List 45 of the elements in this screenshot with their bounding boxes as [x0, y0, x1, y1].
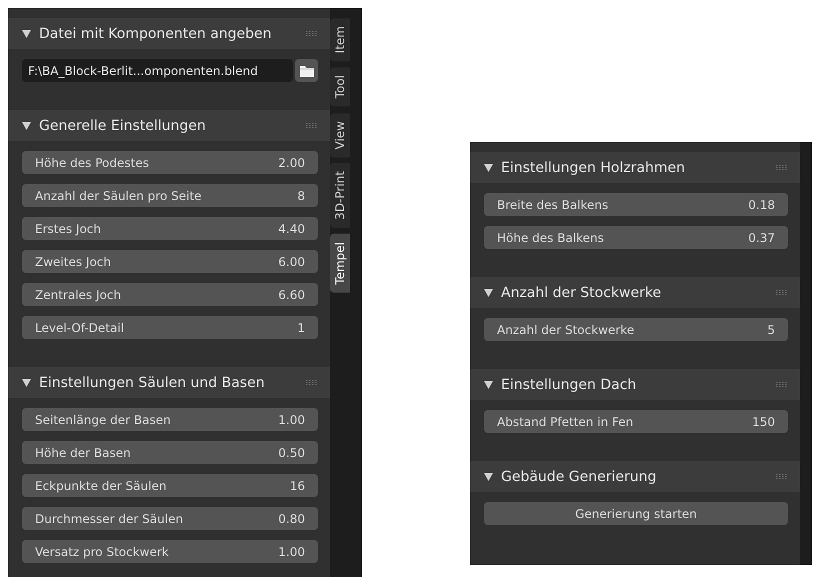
expanded-triangle-icon[interactable]: [484, 380, 493, 388]
panel-header[interactable]: Anzahl der Stockwerke: [470, 277, 800, 308]
sidebar-tab[interactable]: Tool: [330, 67, 350, 107]
number-field[interactable]: Erstes Joch 4.40: [22, 217, 318, 240]
number-field[interactable]: Breite des Balkens 0.18: [484, 193, 788, 216]
section-title: Einstellungen Dach: [501, 376, 638, 392]
expanded-triangle-icon[interactable]: [484, 164, 493, 172]
section-title: Einstellungen Säulen und Basen: [39, 374, 266, 390]
number-field[interactable]: Höhe der Basen 0.50: [22, 441, 318, 464]
number-field[interactable]: Eckpunkte der Säulen 16: [22, 474, 318, 497]
panel-header[interactable]: Gebäude Generierung: [470, 461, 800, 492]
number-field[interactable]: Höhe des Podestes 2.00: [22, 151, 318, 174]
section-title: Einstellungen Holzrahmen: [501, 160, 686, 176]
panel-header[interactable]: Einstellungen Dach: [470, 369, 800, 400]
sidebar-tab[interactable]: Item: [330, 18, 350, 62]
expanded-triangle-icon[interactable]: [22, 378, 31, 386]
number-field[interactable]: Durchmesser der Säulen 0.80: [22, 507, 318, 530]
section-title: Datei mit Komponenten angeben: [39, 26, 273, 42]
file-path-field[interactable]: F:\BA_Block-Berlit...omponenten.blend: [22, 59, 293, 82]
number-field[interactable]: Versatz pro Stockwerk 1.00: [22, 540, 318, 563]
expanded-triangle-icon[interactable]: [484, 472, 493, 480]
panel-header[interactable]: Einstellungen Säulen und Basen: [8, 367, 330, 398]
expanded-triangle-icon[interactable]: [484, 288, 493, 296]
section-title: Anzahl der Stockwerke: [501, 284, 662, 300]
number-field[interactable]: Anzahl der Stockwerke 5: [484, 318, 788, 341]
expanded-triangle-icon[interactable]: [22, 122, 31, 130]
number-field[interactable]: Anzahl der Säulen pro Seite 8: [22, 184, 318, 207]
number-field[interactable]: Zweites Joch 6.00: [22, 250, 318, 273]
sidebar-tab[interactable]: Tempel: [330, 234, 350, 293]
expanded-triangle-icon[interactable]: [22, 30, 31, 38]
generate-button[interactable]: Generierung starten: [484, 502, 788, 525]
number-field[interactable]: Level-Of-Detail 1: [22, 316, 318, 339]
section-title: Generelle Einstellungen: [39, 118, 207, 134]
sidebar-tab[interactable]: 3D-Print: [330, 163, 350, 228]
number-field[interactable]: Abstand Pfetten in Fen 150: [484, 410, 788, 433]
panel-header[interactable]: Einstellungen Holzrahmen: [470, 152, 800, 183]
folder-icon: [298, 64, 314, 78]
panel-header[interactable]: Generelle Einstellungen: [8, 110, 330, 141]
number-field[interactable]: Höhe des Balkens 0.37: [484, 226, 788, 249]
panel-header[interactable]: Datei mit Komponenten angeben: [8, 18, 330, 49]
folder-button[interactable]: [295, 59, 318, 82]
number-field[interactable]: Zentrales Joch 6.60: [22, 283, 318, 306]
number-field[interactable]: Seitenlänge der Basen 1.00: [22, 408, 318, 431]
section-title: Gebäude Generierung: [501, 468, 658, 484]
sidebar-tab[interactable]: View: [330, 112, 350, 158]
